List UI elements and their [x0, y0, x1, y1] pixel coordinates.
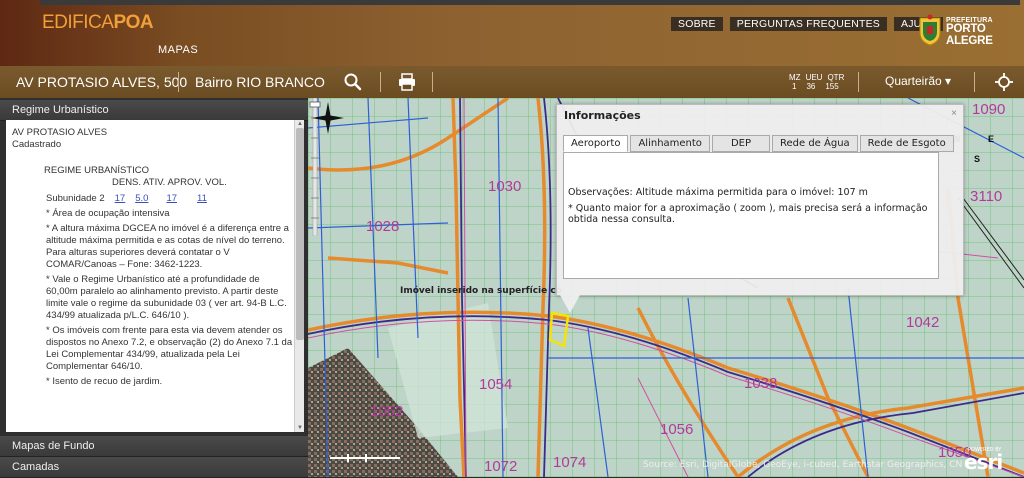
block-label: 1056 — [660, 421, 694, 438]
regime-panel-body: AV PROTASIO ALVES Cadastrado REGIME URBA… — [6, 120, 304, 432]
esri-logo[interactable]: esri — [964, 450, 1003, 474]
mz-label: MZ — [789, 73, 801, 82]
toolbar-divider — [858, 72, 859, 92]
ueu-value: 36 — [806, 82, 816, 91]
popup-content: Observações: Altitude máxima permitida p… — [563, 152, 939, 279]
locate-icon[interactable] — [994, 72, 1014, 92]
subunit-row: Subunidade 2 17 5.0 17 11 — [12, 193, 294, 205]
toolbar-divider — [178, 72, 179, 92]
prefeitura-shield-icon — [919, 14, 941, 46]
compass-s: S — [974, 154, 981, 164]
note-item: * A altura máxima DGCEA no imóvel é a di… — [46, 223, 289, 270]
block-label: 1028 — [366, 218, 400, 235]
mz-ueu-qtr-display: MZ UEU QTR 1 36 155 — [789, 73, 844, 91]
mapas-de-fundo-header[interactable]: Mapas de Fundo — [0, 436, 308, 457]
status-text: Cadastrado — [12, 139, 62, 150]
logo-thin-text: EDIFICA — [42, 12, 114, 33]
block-label: 1054 — [479, 376, 513, 393]
street-name: AV PROTASIO ALVES — [12, 127, 108, 138]
ueu-label: UEU — [805, 73, 823, 82]
close-icon[interactable]: × — [951, 108, 957, 119]
block-label: 1052 — [370, 403, 404, 420]
block-label: 1072 — [484, 458, 518, 475]
note-item: * Vale o Regime Urbanístico até a profun… — [46, 274, 287, 321]
scroll-up-icon[interactable]: ▲ — [296, 120, 304, 128]
block-label: 1074 — [553, 454, 587, 471]
tab-dep[interactable]: DEP — [711, 135, 770, 152]
bairro-display[interactable]: Bairro RIO BRANCO — [195, 74, 325, 90]
block-label: 1038 — [744, 375, 778, 392]
qtr-label: QTR — [827, 73, 845, 82]
toolbar-divider — [974, 72, 975, 92]
compass-e: E — [988, 134, 995, 144]
prefeitura-porto: PORTO — [946, 23, 986, 35]
app-header: EDIFICAPOA MAPAS SOBRE PERGUNTAS FREQUEN… — [0, 0, 1024, 66]
camadas-header[interactable]: Camadas — [0, 457, 308, 478]
popup-tabs: Aeroporto Alinhamento DEP Rede de Água R… — [563, 135, 954, 152]
inside-area-label: Imóvel inserido na superfície cô — [400, 286, 562, 296]
print-icon[interactable] — [397, 72, 417, 92]
block-label: 1042 — [906, 314, 940, 331]
map-attribution: Source: Esri, DigitalGlobe, GeoEye, i-cu… — [643, 460, 963, 470]
tab-alinhamento[interactable]: Alinhamento — [630, 135, 710, 152]
toolbar-divider — [432, 72, 433, 92]
map-view[interactable]: 1030 1028 1054 1052 1038 1056 1042 1072 … — [308, 98, 1024, 477]
prefeitura-text: PREFEITURA PORTO ALEGRE — [946, 17, 993, 47]
dens-link[interactable]: 17 — [115, 193, 126, 205]
nota-text: * Quanto maior for a aproximação ( zoom … — [568, 203, 928, 225]
address-display[interactable]: AV PROTASIO ALVES, 500 — [16, 74, 187, 90]
search-icon[interactable] — [343, 72, 363, 92]
prefeitura-alegre: ALEGRE — [946, 34, 993, 47]
logo-bold-text: POA — [113, 12, 154, 33]
scroll-thumb[interactable] — [296, 128, 304, 340]
tab-aeroporto[interactable]: Aeroporto — [563, 135, 629, 152]
toolbar-divider — [380, 72, 381, 92]
observacao-text: Observações: Altitude máxima permitida p… — [568, 187, 868, 198]
info-popup: Informações × Aeroporto Alinhamento DEP … — [556, 104, 964, 296]
tab-rede-de-esgoto[interactable]: Rede de Esgoto — [859, 135, 954, 152]
regime-urbanistico-header[interactable]: Regime Urbanístico — [0, 100, 308, 121]
mz-value: 1 — [792, 82, 797, 91]
popup-title: Informações — [564, 109, 641, 122]
scroll-down-icon[interactable]: ▼ — [296, 424, 304, 432]
nav-perguntas-frequentes[interactable]: PERGUNTAS FREQUENTES — [729, 17, 888, 31]
note-item: * Isento de recuo de jardim. — [46, 376, 163, 387]
mapas-link[interactable]: MAPAS — [158, 44, 198, 56]
subunit-label: Subunidade 2 — [46, 193, 105, 204]
aprov-link[interactable]: 17 — [166, 193, 177, 205]
block-label: 1090 — [972, 101, 1006, 118]
toolbar: AV PROTASIO ALVES, 500 Bairro RIO BRANCO… — [0, 66, 1024, 98]
popup-pointer — [560, 295, 580, 313]
top-nav: SOBRE PERGUNTAS FREQUENTES AJUDA — [671, 17, 944, 31]
note-item: * Os imóveis com frente para esta via de… — [46, 325, 293, 372]
ativ-link[interactable]: 5.0 — [135, 193, 148, 205]
quarteirao-dropdown[interactable]: Quarteirão ▾ — [885, 74, 951, 88]
qtr-value: 155 — [825, 82, 839, 91]
note-item: * Área de ocupação intensiva — [46, 208, 170, 219]
regime-content: AV PROTASIO ALVES Cadastrado REGIME URBA… — [12, 127, 294, 388]
tab-rede-de-agua[interactable]: Rede de Água — [772, 135, 858, 152]
app-logo[interactable]: EDIFICAPOA — [42, 12, 154, 34]
block-label: 1030 — [488, 178, 522, 195]
regime-columns: DENS. ATIV. APROV. VOL. — [112, 177, 227, 188]
panel-scrollbar[interactable]: ▲ ▼ — [294, 120, 304, 432]
prefeitura-logo[interactable]: PREFEITURA PORTO ALEGRE — [918, 14, 1018, 50]
header-top-strip — [40, 0, 1020, 5]
vol-link[interactable]: 11 — [197, 193, 207, 205]
block-label: 3110 — [970, 188, 1003, 205]
nav-sobre[interactable]: SOBRE — [671, 17, 723, 31]
compass-icon — [312, 102, 344, 134]
regime-title: REGIME URBANÍSTICO — [44, 165, 150, 176]
